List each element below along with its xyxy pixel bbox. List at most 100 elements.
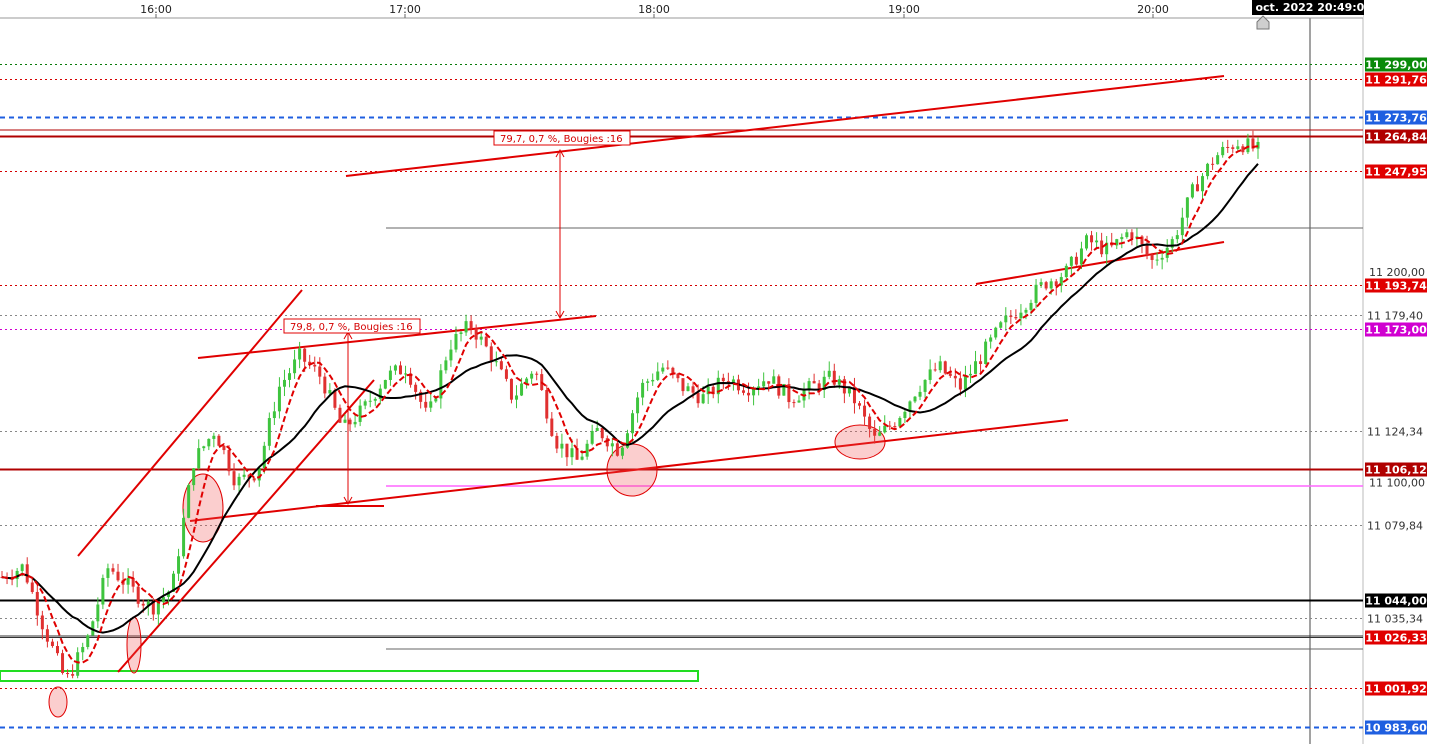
candle-body xyxy=(696,392,700,404)
highlight-ellipse xyxy=(834,424,886,460)
candle-body xyxy=(686,386,690,392)
candle-body xyxy=(1034,284,1038,303)
candle-body xyxy=(383,379,387,389)
time-axis: 16:00 17:00 18:00 19:00 20:00 3 oct. 2022 20:… xyxy=(0,0,1372,30)
candle-body xyxy=(1064,265,1068,278)
chart-canvas[interactable]: 79,7, 0,7 %, Bougies :16 79,8, 0,7 %, Bou… xyxy=(0,0,1431,744)
candle-body xyxy=(923,379,927,392)
candle-body xyxy=(631,413,635,434)
candle-body xyxy=(918,391,922,397)
candle-body xyxy=(212,435,216,439)
time-tick-label: 18:00 xyxy=(638,3,670,16)
candle-body xyxy=(1241,146,1245,153)
candle-body xyxy=(66,672,70,675)
candle-body xyxy=(530,373,534,379)
candle-body xyxy=(555,435,559,449)
candle-body xyxy=(499,361,503,370)
trendline-drawings xyxy=(0,75,1225,718)
candle-body xyxy=(933,369,937,371)
candle-body xyxy=(484,336,488,347)
candle-body xyxy=(656,371,660,380)
candle-body xyxy=(1024,309,1028,313)
candle-body xyxy=(752,388,756,396)
candle-body xyxy=(878,432,882,436)
candle-body xyxy=(550,418,554,436)
price-chart[interactable]: 79,7, 0,7 %, Bougies :16 79,8, 0,7 %, Bou… xyxy=(0,0,1431,744)
price-level-badge: 11 264,84 xyxy=(1365,131,1427,144)
candle-body xyxy=(1160,257,1164,260)
candle-body xyxy=(136,586,140,604)
candle-body xyxy=(580,456,584,460)
highlight-ellipse xyxy=(48,686,68,718)
trendline xyxy=(345,75,1225,177)
price-level-badge: 11 079,84 xyxy=(1367,520,1423,533)
candle-body xyxy=(1231,147,1235,149)
candle-body xyxy=(61,653,65,673)
candle-body xyxy=(747,392,751,396)
candle-body xyxy=(96,604,100,622)
candle-body xyxy=(45,629,49,642)
candle-body xyxy=(1090,235,1094,243)
candle-body xyxy=(1185,197,1189,218)
candle-body xyxy=(898,418,902,427)
candle-body xyxy=(293,359,297,374)
price-level-lines xyxy=(0,64,1363,729)
candle-body xyxy=(1155,259,1159,261)
candle-body xyxy=(368,400,372,402)
candle-body xyxy=(202,446,206,449)
time-tick-label: 17:00 xyxy=(389,3,421,16)
candle-body xyxy=(434,398,438,402)
candle-body xyxy=(479,336,483,340)
price-axis-badges: 11 299,00 11 291,76 11 273,76 11 264,84 11 2… xyxy=(1365,57,1427,735)
candle-body xyxy=(182,517,186,557)
candle-body xyxy=(1180,217,1184,236)
candle-body xyxy=(1009,315,1013,317)
candle-body xyxy=(227,450,231,472)
candle-body xyxy=(968,373,972,376)
candle-body xyxy=(938,361,942,371)
measurement-annotations: 79,7, 0,7 %, Bougies :16 79,8, 0,7 %, Bou… xyxy=(283,130,631,334)
candle-body xyxy=(126,577,130,585)
candle-body xyxy=(883,425,887,433)
candle-body xyxy=(20,564,24,571)
candle-body xyxy=(858,403,862,406)
time-tick-label: 19:00 xyxy=(888,3,920,16)
candle-body xyxy=(893,426,897,428)
candle-body xyxy=(237,476,241,486)
trendline xyxy=(975,241,1225,285)
candle-body xyxy=(363,401,367,406)
candle-body xyxy=(1095,240,1099,243)
price-level-badge: 11 044,00 xyxy=(1365,595,1427,608)
candle-body xyxy=(388,370,392,380)
candle-body xyxy=(76,652,80,676)
candle-body xyxy=(373,398,377,401)
candle-body xyxy=(277,386,281,412)
candle-body xyxy=(545,389,549,419)
candle-body xyxy=(797,400,801,403)
candle-body xyxy=(1216,155,1220,165)
candle-body xyxy=(1044,282,1048,289)
price-level-badge: 11 173,00 xyxy=(1365,324,1427,337)
candle-body xyxy=(116,571,120,581)
candle-body xyxy=(1236,146,1240,149)
candle-body xyxy=(1145,244,1149,255)
candle-body xyxy=(515,395,519,400)
candle-body xyxy=(156,602,160,615)
candle-body xyxy=(267,418,271,446)
candle-body xyxy=(600,427,604,439)
price-level-badge: 10 983,60 xyxy=(1365,722,1427,735)
candle-body xyxy=(358,405,362,422)
price-level-badge: 11 001,92 xyxy=(1365,683,1427,696)
candle-body xyxy=(1079,248,1083,265)
candle-body xyxy=(641,382,645,398)
candle-body xyxy=(288,373,292,380)
candle-body xyxy=(1004,315,1008,323)
candle-body xyxy=(1125,232,1129,238)
candle-body xyxy=(55,645,59,654)
candle-body xyxy=(398,365,402,375)
candle-body xyxy=(958,378,962,390)
candle-body xyxy=(282,379,286,387)
candle-body xyxy=(661,367,665,372)
candle-body xyxy=(994,327,998,338)
candle-body xyxy=(161,596,165,603)
